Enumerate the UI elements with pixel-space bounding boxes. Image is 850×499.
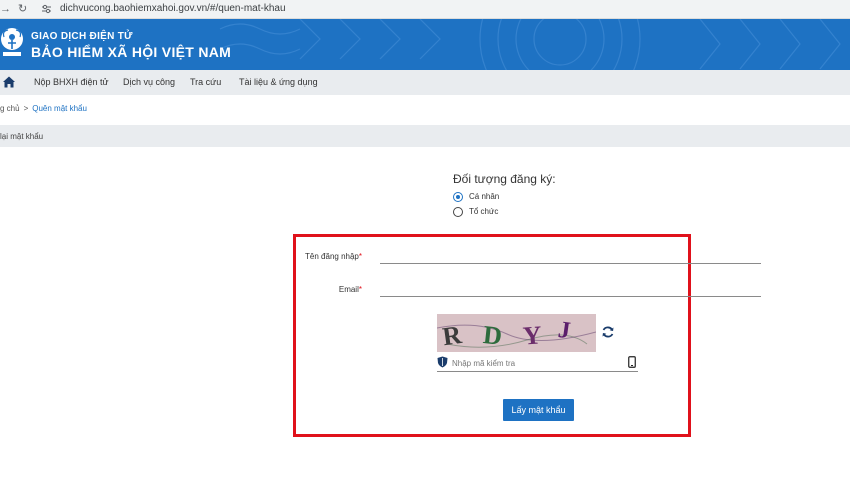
radio-to-chuc-label[interactable]: Tổ chức xyxy=(469,207,498,217)
svg-text:R: R xyxy=(441,320,464,351)
email-field[interactable] xyxy=(380,296,761,297)
section-title: lại mật khẩu xyxy=(0,132,44,141)
banner-title: BẢO HIỂM XÃ HỘI VIỆT NAM xyxy=(31,44,232,60)
breadcrumb-separator: > xyxy=(23,104,29,113)
home-icon[interactable] xyxy=(2,75,16,89)
nav-item-tai-lieu[interactable]: Tài liệu & ứng dụng xyxy=(239,77,318,88)
svg-text:Y: Y xyxy=(522,320,543,350)
nav-item-tra-cuu[interactable]: Tra cứu xyxy=(190,77,221,88)
get-password-button[interactable]: Lấy mật khẩu xyxy=(503,399,574,421)
nav-item-dich-vu-cong[interactable]: Dịch vụ công xyxy=(123,77,175,88)
username-label-text: Tên đăng nhập xyxy=(305,252,359,261)
browser-toolbar: → ↻ dichvucong.baohiemxahoi.gov.vn/#/que… xyxy=(0,0,850,19)
banner-subtitle: GIAO DỊCH ĐIỆN TỬ xyxy=(31,31,133,42)
captcha-graphic: R D Y J xyxy=(437,317,596,351)
tune-icon[interactable] xyxy=(41,4,52,14)
radio-ca-nhan-label[interactable]: Cá nhân xyxy=(469,192,499,202)
shield-icon xyxy=(437,356,448,368)
subject-label: Đối tượng đăng ký: xyxy=(453,172,556,186)
breadcrumb-current[interactable]: Quên mật khẩu xyxy=(32,104,87,113)
bhxh-logo[interactable] xyxy=(0,27,24,61)
breadcrumb-home[interactable]: g chủ xyxy=(0,104,20,113)
arrow-right-icon[interactable]: → xyxy=(0,2,11,16)
required-mark: * xyxy=(358,285,362,294)
email-label-text: Email xyxy=(338,285,359,294)
nav-item-nop-bhxh[interactable]: Nộp BHXH điện tử xyxy=(34,77,109,88)
main-nav: Nộp BHXH điện tử Dịch vụ công Tra cứu Tà… xyxy=(0,70,850,95)
required-mark: * xyxy=(358,252,362,261)
radio-ca-nhan[interactable] xyxy=(453,192,463,202)
captcha-image: R D Y J xyxy=(437,314,596,352)
refresh-icon[interactable] xyxy=(601,325,615,339)
url-text[interactable]: dichvucong.baohiemxahoi.gov.vn/#/quen-ma… xyxy=(60,3,286,15)
phone-icon[interactable] xyxy=(628,356,636,368)
username-field[interactable] xyxy=(380,263,761,264)
captcha-input[interactable] xyxy=(452,357,622,369)
radio-to-chuc[interactable] xyxy=(453,207,463,217)
section-header: lại mật khẩu xyxy=(0,125,850,147)
email-label: Email* xyxy=(300,285,362,295)
reload-icon[interactable]: ↻ xyxy=(18,2,27,16)
breadcrumb: g chủ > Quên mật khẩu xyxy=(0,103,87,114)
captcha-field-wrapper xyxy=(437,354,638,372)
svg-text:D: D xyxy=(482,320,504,351)
svg-text:J: J xyxy=(556,317,572,344)
site-header-banner: GIAO DỊCH ĐIỆN TỬ BẢO HIỂM XÃ HỘI VIỆT N… xyxy=(0,19,850,70)
username-label: Tên đăng nhập* xyxy=(300,252,362,262)
